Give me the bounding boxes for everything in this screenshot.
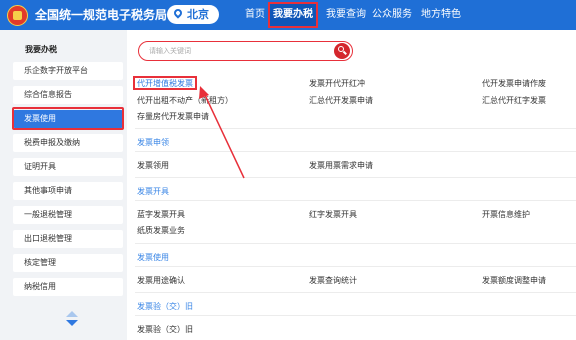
annotation-arrow-icon (199, 86, 245, 179)
